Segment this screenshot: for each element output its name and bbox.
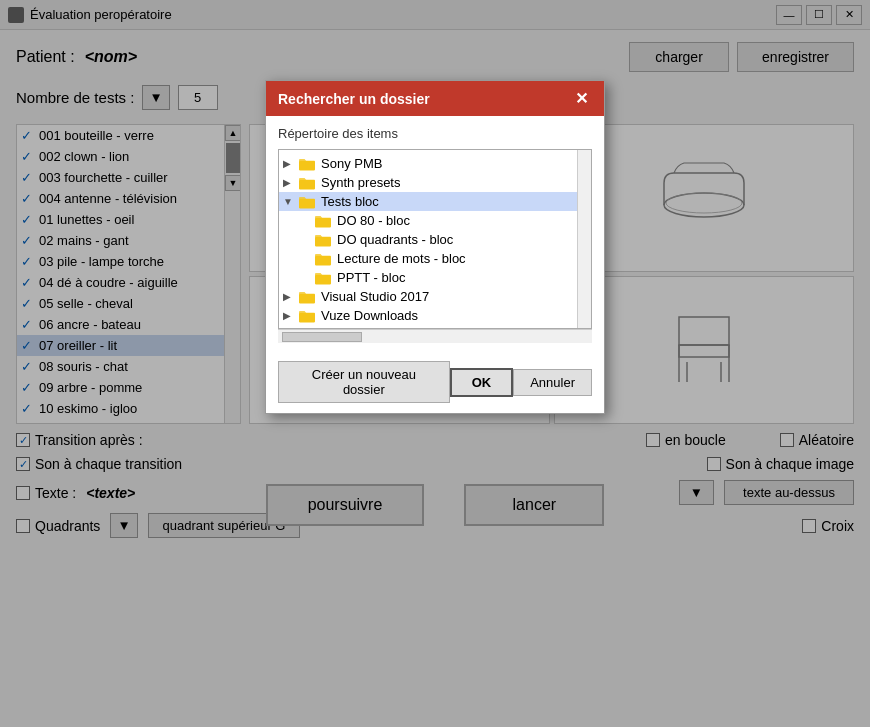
svg-rect-18	[315, 217, 331, 227]
modal-close-btn[interactable]: ✕	[571, 89, 592, 108]
tree-item-label: DO 80 - bloc	[337, 213, 410, 228]
expand-arrow: ▼	[283, 196, 297, 207]
expand-arrow: ▶	[283, 291, 297, 302]
modal-section-label: Répertoire des items	[278, 126, 592, 141]
svg-rect-19	[315, 236, 331, 246]
modal-footer: Créer un nouveau dossier OK Annuler	[266, 353, 604, 413]
folder-icon	[315, 252, 333, 266]
tree-item[interactable]: DO quadrants - bloc	[279, 230, 591, 249]
ok-button[interactable]: OK	[450, 368, 514, 397]
tree-item-label: Vuze Downloads	[321, 308, 418, 323]
new-folder-button[interactable]: Créer un nouveau dossier	[278, 361, 450, 403]
tree-item-label: Tests bloc	[321, 194, 379, 209]
folder-icon	[315, 271, 333, 285]
tree-item-label: DO quadrants - bloc	[337, 232, 453, 247]
svg-rect-15	[299, 160, 315, 170]
modal-dialog: Rechercher un dossier ✕ Répertoire des i…	[265, 80, 605, 414]
tree-item-label: Sony PMB	[321, 156, 382, 171]
tree-item[interactable]: ▶ Sony PMB	[279, 154, 591, 173]
tree-item-label: PPTT - bloc	[337, 270, 405, 285]
tree-item[interactable]: DO 80 - bloc	[279, 211, 591, 230]
folder-icon	[299, 157, 317, 171]
tree-item-label: Visual Studio 2017	[321, 289, 429, 304]
tree-item[interactable]: ▼ Tests bloc	[279, 192, 591, 211]
svg-rect-20	[315, 255, 331, 265]
folder-icon	[299, 290, 317, 304]
cancel-button[interactable]: Annuler	[513, 369, 592, 396]
expand-arrow: ▶	[283, 310, 297, 321]
modal-header: Rechercher un dossier ✕	[266, 81, 604, 116]
folder-icon	[299, 309, 317, 323]
modal-title: Rechercher un dossier	[278, 91, 430, 107]
tree-container[interactable]: ▶ Sony PMB▶ Synth presets▼ Tests bloc DO…	[278, 149, 592, 329]
svg-rect-23	[299, 312, 315, 322]
h-scrollbar[interactable]	[278, 329, 592, 343]
svg-rect-17	[299, 198, 315, 208]
svg-rect-21	[315, 274, 331, 284]
tree-item-label: Lecture de mots - bloc	[337, 251, 466, 266]
expand-arrow: ▶	[283, 177, 297, 188]
expand-arrow: ▶	[283, 158, 297, 169]
tree-item[interactable]: ▶ Visual Studio 2017	[279, 287, 591, 306]
modal-body: Répertoire des items ▶ Sony PMB▶ Synth p…	[266, 116, 604, 353]
folder-icon	[299, 195, 317, 209]
tree-item[interactable]: ▶ Synth presets	[279, 173, 591, 192]
tree-item-label: Synth presets	[321, 175, 401, 190]
tree-item[interactable]: ▶ Vuze Downloads	[279, 306, 591, 325]
tree-scrollbar[interactable]	[577, 150, 591, 328]
folder-icon	[315, 233, 333, 247]
folder-icon	[315, 214, 333, 228]
tree-item[interactable]: Lecture de mots - bloc	[279, 249, 591, 268]
svg-rect-16	[299, 179, 315, 189]
h-scroll-thumb[interactable]	[282, 332, 362, 342]
folder-icon	[299, 176, 317, 190]
svg-rect-22	[299, 293, 315, 303]
tree-item[interactable]: PPTT - bloc	[279, 268, 591, 287]
modal-overlay[interactable]: Rechercher un dossier ✕ Répertoire des i…	[0, 0, 870, 727]
